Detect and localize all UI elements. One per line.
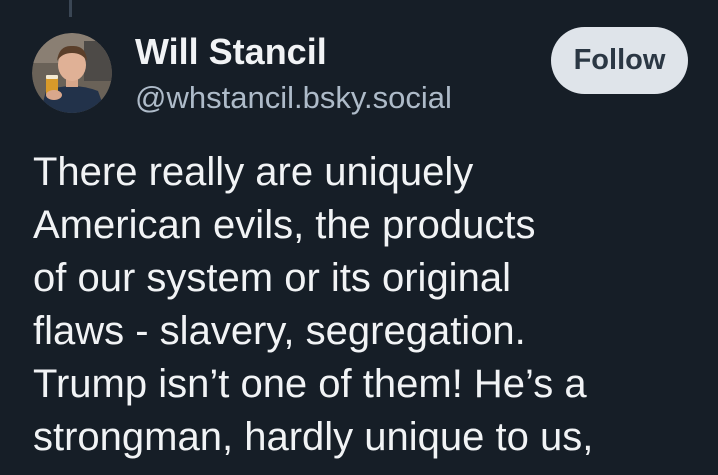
post-text-line: There really are uniquely [33,150,474,194]
follow-button[interactable]: Follow [551,27,688,94]
avatar[interactable] [32,33,112,113]
author-display-name[interactable]: Will Stancil [135,31,327,73]
post-text-line: Trump isn’t one of them! He’s a [33,362,587,406]
post-text-line: flaws - slavery, segregation. [33,309,526,353]
thread-connector-line [69,0,72,17]
avatar-image [32,33,112,113]
post-text-line: strongman, hardly unique to us, [33,415,594,459]
post-text-line: of our system or its original [33,256,511,300]
author-handle[interactable]: @whstancil.bsky.social [135,80,452,116]
post-text-line: American evils, the products [33,203,536,247]
post-body: There really are uniquely American evils… [33,146,713,475]
